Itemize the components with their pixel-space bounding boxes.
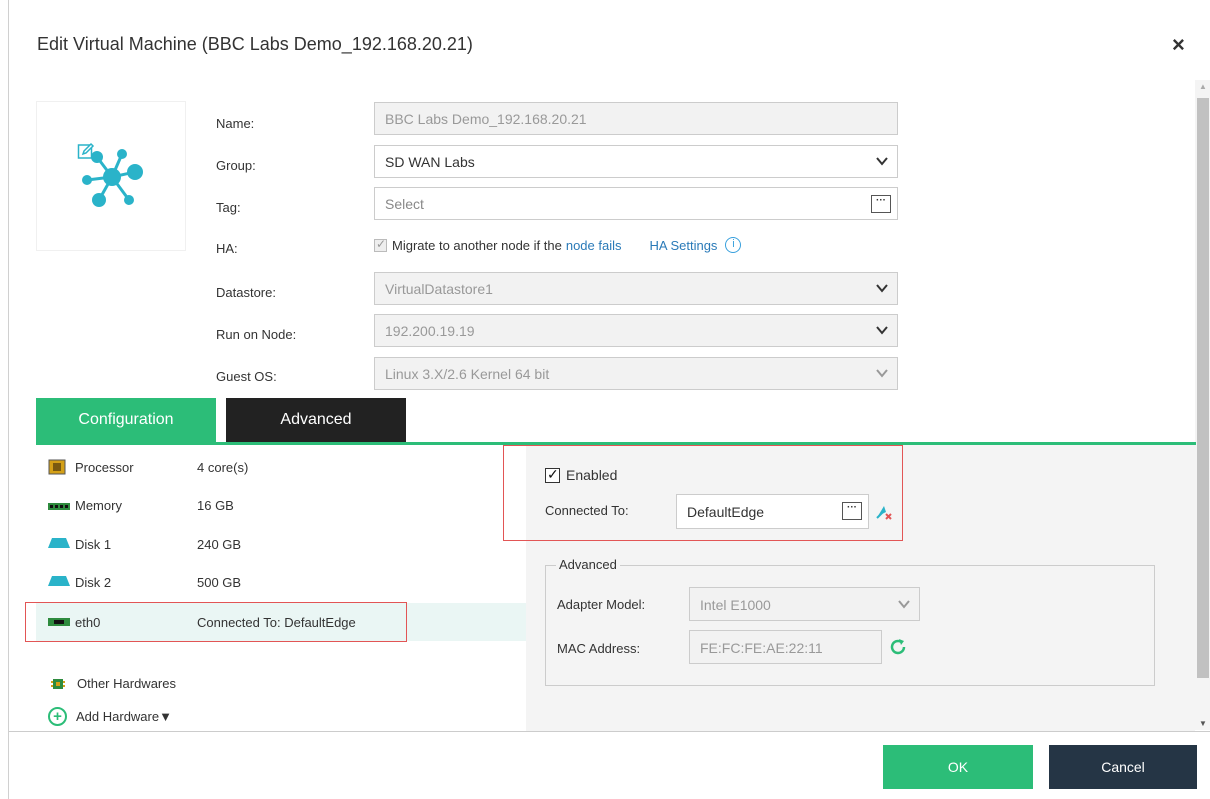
chip-icon <box>51 678 65 689</box>
add-hardware-button[interactable]: + Add Hardware▼ <box>48 707 172 726</box>
hardware-name: Memory <box>75 498 122 513</box>
run-on-node-select[interactable]: 192.200.19.19 <box>374 314 898 347</box>
highlight-box-eth0 <box>25 602 407 642</box>
hardware-name: Disk 1 <box>75 537 112 552</box>
name-field[interactable]: BBC Labs Demo_192.168.20.21 <box>374 102 898 135</box>
group-label: Group: <box>216 158 256 173</box>
tab-advanced[interactable]: Advanced <box>226 398 406 442</box>
edit-icon[interactable] <box>77 142 95 160</box>
datastore-value: VirtualDatastore1 <box>385 281 493 297</box>
chevron-down-icon <box>876 157 888 166</box>
hardware-value: 500 GB <box>197 575 242 590</box>
datastore-label: Datastore: <box>216 285 276 300</box>
guest-os-value: Linux 3.X/2.6 Kernel 64 bit <box>385 366 550 382</box>
chevron-down-icon <box>876 369 888 378</box>
advanced-fieldset: Advanced <box>545 557 1155 686</box>
scroll-up-icon[interactable]: ▲ <box>1199 82 1207 91</box>
ha-migrate-text: Migrate to another node if the <box>392 237 562 253</box>
run-on-node-value: 192.200.19.19 <box>385 323 475 339</box>
edit-vm-dialog: Edit Virtual Machine (BBC Labs Demo_192.… <box>8 0 1210 799</box>
name-value: BBC Labs Demo_192.168.20.21 <box>385 111 587 127</box>
processor-icon <box>48 459 66 475</box>
tab-configuration[interactable]: Configuration <box>36 398 216 442</box>
ha-settings-link[interactable]: HA Settings <box>650 238 718 253</box>
ha-row: Migrate to another node if the node fail… <box>374 237 742 253</box>
hardware-list: Processor 4 core(s) Memory 16 GB Disk 1 … <box>36 445 526 735</box>
disk-icon <box>48 538 70 548</box>
adapter-model-select[interactable]: Intel E1000 <box>689 587 920 621</box>
highlight-box-nic <box>503 445 903 541</box>
group-value: SD WAN Labs <box>385 154 475 170</box>
hardware-row-processor[interactable]: Processor 4 core(s) <box>36 448 526 486</box>
add-circle-icon: + <box>48 707 67 726</box>
group-select[interactable]: SD WAN Labs <box>374 145 898 178</box>
run-on-node-label: Run on Node: <box>216 327 297 342</box>
vertical-scrollbar[interactable]: ▲ ▼ <box>1195 80 1210 730</box>
node-fails-link[interactable]: node fails <box>566 238 622 253</box>
scrollbar-thumb[interactable] <box>1197 98 1209 678</box>
tag-placeholder: Select <box>385 196 424 212</box>
mac-address-field[interactable]: FE:FC:FE:AE:22:11 <box>689 630 882 664</box>
hardware-row-memory[interactable]: Memory 16 GB <box>36 486 526 524</box>
hardware-value: 4 core(s) <box>197 460 249 475</box>
name-label: Name: <box>216 116 255 131</box>
mac-address-value: FE:FC:FE:AE:22:11 <box>700 640 823 656</box>
memory-icon <box>48 503 70 510</box>
chevron-down-icon <box>876 326 888 335</box>
ha-migrate-checkbox[interactable] <box>374 237 387 252</box>
info-icon[interactable]: i <box>725 237 742 253</box>
chevron-down-icon <box>898 600 910 609</box>
mac-address-label: MAC Address: <box>557 641 641 656</box>
ok-button[interactable]: OK <box>883 745 1033 789</box>
guest-os-label: Guest OS: <box>216 369 277 384</box>
tag-field[interactable]: Select ··· <box>374 187 898 220</box>
hardware-row-disk-1[interactable]: Disk 1 240 GB <box>36 525 526 563</box>
vm-avatar <box>36 101 186 251</box>
tag-browse-button[interactable]: ··· <box>871 195 891 213</box>
hardware-name: Disk 2 <box>75 575 112 590</box>
close-icon[interactable]: × <box>1172 32 1185 58</box>
dialog-title: Edit Virtual Machine (BBC Labs Demo_192.… <box>37 34 473 54</box>
hardware-value: 240 GB <box>197 537 242 552</box>
tag-label: Tag: <box>216 200 241 215</box>
cancel-button[interactable]: Cancel <box>1049 745 1197 789</box>
add-hardware-label: Add Hardware▼ <box>76 709 172 724</box>
datastore-select[interactable]: VirtualDatastore1 <box>374 272 898 305</box>
other-hardwares: Other Hardwares <box>51 676 176 691</box>
hardware-name: Processor <box>75 460 134 475</box>
disk-icon <box>48 576 70 586</box>
advanced-legend: Advanced <box>556 557 620 572</box>
adapter-model-value: Intel E1000 <box>700 597 771 613</box>
scroll-down-icon[interactable]: ▼ <box>1199 719 1207 728</box>
refresh-icon[interactable] <box>888 637 908 657</box>
other-hardwares-label: Other Hardwares <box>77 676 176 691</box>
guest-os-select[interactable]: Linux 3.X/2.6 Kernel 64 bit <box>374 357 898 390</box>
adapter-model-label: Adapter Model: <box>557 597 646 612</box>
ha-label: HA: <box>216 241 238 256</box>
chevron-down-icon <box>876 284 888 293</box>
hardware-row-disk-2[interactable]: Disk 2 500 GB <box>36 563 526 601</box>
hardware-value: 16 GB <box>197 498 234 513</box>
